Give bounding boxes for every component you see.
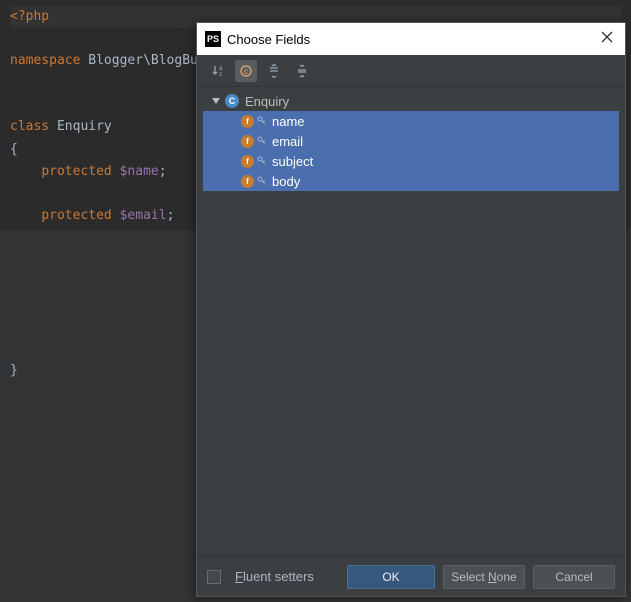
property-icon [257, 156, 267, 166]
choose-fields-dialog: PS Choose Fields az c C Enquiry f name [196, 22, 626, 597]
code-line: } [10, 360, 621, 382]
dialog-titlebar[interactable]: PS Choose Fields [197, 23, 625, 55]
tree-field-label: email [272, 134, 303, 149]
property-icon [257, 176, 267, 186]
code-line [10, 337, 621, 359]
code-line [10, 315, 621, 337]
tree-field-label: body [272, 174, 300, 189]
field-icon: f [241, 175, 254, 188]
app-icon: PS [205, 31, 221, 47]
dialog-toolbar: az c [197, 55, 625, 87]
field-icon: f [241, 155, 254, 168]
tree-root-label: Enquiry [245, 94, 289, 109]
tree-field[interactable]: f subject [203, 151, 619, 171]
tree-field-label: subject [272, 154, 313, 169]
tree-root[interactable]: C Enquiry [203, 91, 619, 111]
property-icon [257, 116, 267, 126]
close-icon[interactable] [597, 26, 617, 52]
dialog-bottom-bar: Fluent setters OK Select None Cancel [197, 556, 625, 596]
fluent-setters-checkbox[interactable] [207, 570, 221, 584]
select-none-button[interactable]: Select None [443, 565, 525, 589]
tree-field[interactable]: f name [203, 111, 619, 131]
dialog-title: Choose Fields [227, 32, 310, 47]
tree-field-label: name [272, 114, 305, 129]
fluent-setters-label[interactable]: Fluent setters [235, 569, 314, 584]
expand-all-icon[interactable] [263, 60, 285, 82]
ok-button[interactable]: OK [347, 565, 435, 589]
tree-field[interactable]: f body [203, 171, 619, 191]
field-icon: f [241, 135, 254, 148]
field-icon: f [241, 115, 254, 128]
class-filter-icon[interactable]: c [235, 60, 257, 82]
svg-text:z: z [219, 72, 222, 78]
cancel-button[interactable]: Cancel [533, 565, 615, 589]
class-icon: C [225, 94, 239, 108]
svg-text:c: c [244, 67, 248, 76]
property-icon [257, 136, 267, 146]
expand-icon[interactable] [211, 96, 221, 106]
collapse-all-icon[interactable] [291, 60, 313, 82]
sort-icon[interactable]: az [207, 60, 229, 82]
tree-field[interactable]: f email [203, 131, 619, 151]
